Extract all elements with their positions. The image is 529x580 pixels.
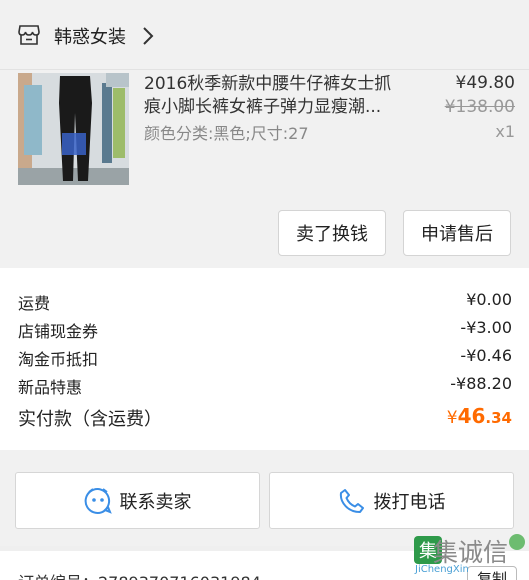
product-title[interactable]: 2016秋季新款中腰牛仔裤女士抓 痕小脚长裤女裤子弹力显瘦潮...	[144, 73, 406, 119]
cost-label: 运费	[18, 294, 51, 313]
store-icon	[18, 25, 40, 45]
product-item[interactable]: 2016秋季新款中腰牛仔裤女士抓 痕小脚长裤女裤子弹力显瘦潮... 颜色分类:黑…	[0, 70, 529, 268]
order-number: 订单编号：2789370716031984	[18, 569, 261, 580]
total-integer: 46	[457, 404, 486, 428]
cost-value: -¥0.46	[460, 346, 512, 365]
total-label: 实付款（含运费）	[18, 409, 162, 430]
cost-value: -¥88.20	[450, 374, 512, 393]
cost-label: 淘金币抵扣	[18, 350, 99, 369]
total-decimal: .34	[485, 409, 512, 427]
cost-value: -¥3.00	[460, 318, 512, 337]
product-spec: 颜色分类:黑色;尺寸:27	[144, 124, 309, 143]
total-amount: ¥46.34	[447, 404, 512, 428]
contact-seller-button[interactable]: 联系卖家	[15, 472, 260, 529]
product-title-line1: 2016秋季新款中腰牛仔裤女士抓	[144, 74, 392, 94]
product-quantity: x1	[495, 122, 515, 141]
cost-row: 运费 ¥0.00	[18, 290, 512, 314]
cost-label: 新品特惠	[18, 378, 83, 397]
call-button[interactable]: 拨打电话	[269, 472, 514, 529]
cost-label: 店铺现金券	[18, 322, 99, 341]
product-original-price: ¥138.00	[444, 97, 515, 117]
product-thumbnail[interactable]	[18, 73, 129, 185]
call-label: 拨打电话	[373, 491, 446, 513]
sell-button[interactable]: 卖了换钱	[278, 210, 386, 256]
contact-seller-label: 联系卖家	[119, 491, 192, 513]
product-title-line2: 痕小脚长裤女裤子弹力显瘦潮...	[144, 97, 382, 117]
chevron-right-icon[interactable]	[140, 26, 156, 46]
cost-row: 店铺现金券 -¥3.00	[18, 318, 512, 342]
cost-summary: 运费 ¥0.00 店铺现金券 -¥3.00 淘金币抵扣 -¥0.46 新品特惠 …	[0, 268, 529, 450]
chat-face-icon	[84, 487, 112, 514]
phone-icon	[339, 488, 364, 513]
shop-name[interactable]: 韩惑女装	[54, 23, 126, 49]
cost-row: 淘金币抵扣 -¥0.46	[18, 346, 512, 370]
after-sale-button[interactable]: 申请售后	[403, 210, 511, 256]
watermark-sub: JiChengXin	[415, 564, 469, 575]
total-currency: ¥	[446, 408, 458, 428]
shop-header[interactable]: 韩惑女装	[0, 0, 529, 70]
cost-row: 新品特惠 -¥88.20	[18, 374, 512, 398]
product-price: ¥49.80	[455, 73, 515, 93]
cost-value: ¥0.00	[466, 290, 512, 309]
